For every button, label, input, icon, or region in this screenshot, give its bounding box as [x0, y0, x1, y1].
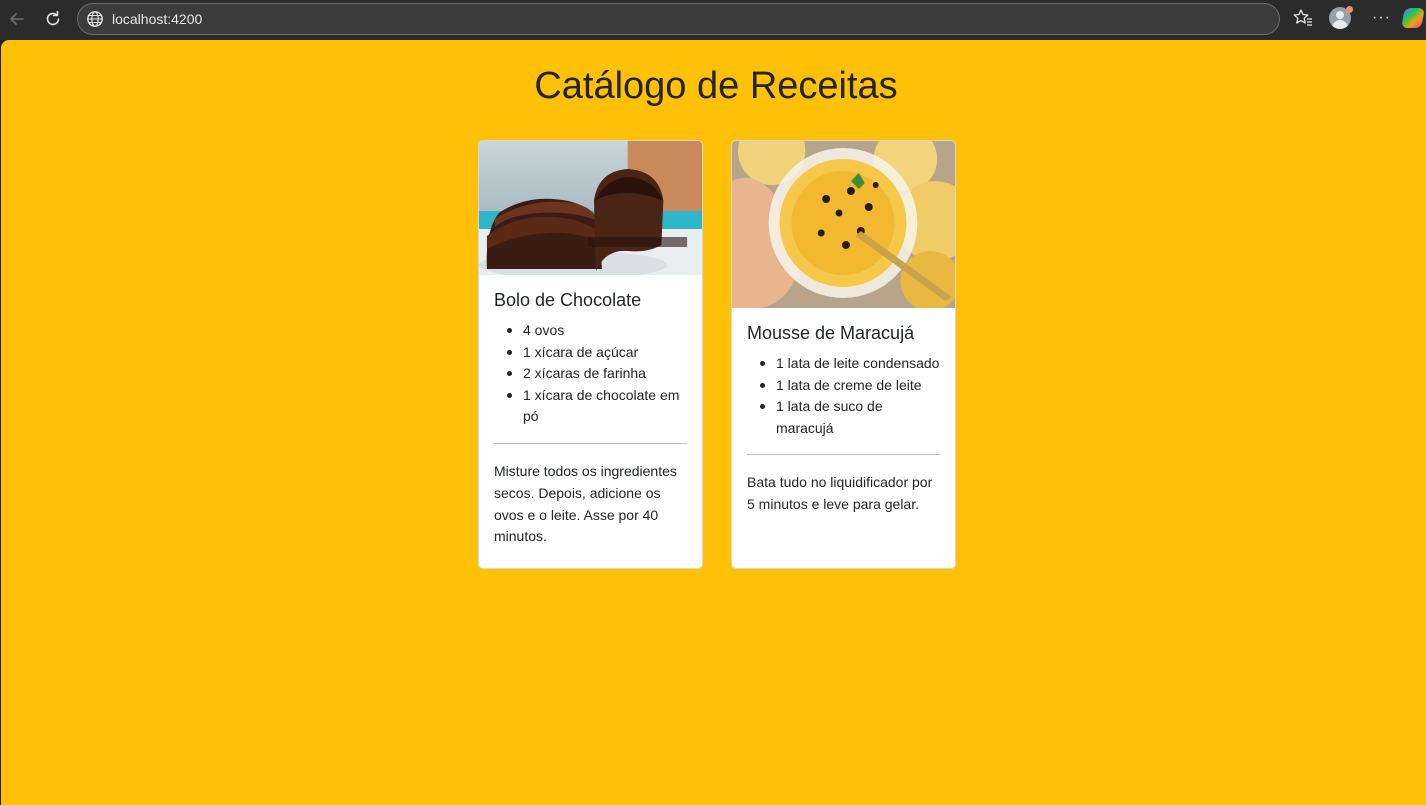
recipe-title: Bolo de Chocolate [494, 290, 642, 310]
recipe-title: Mousse de Maracujá [747, 323, 915, 343]
back-arrow-icon[interactable] [4, 6, 30, 32]
ingredient-item: 2 xícaras de farinha [507, 363, 687, 385]
ingredient-item: 1 xícara de açúcar [507, 342, 687, 364]
divider [747, 454, 940, 456]
browser-toolbar: localhost:4200 ··· [0, 0, 1426, 40]
card-body: Mousse de Maracujá 1 lata de leite conde… [732, 308, 955, 516]
toolbar-actions: ··· [1286, 0, 1426, 40]
ingredient-item: 1 xícara de chocolate em pó [507, 385, 687, 428]
recipe-card-passion-fruit-mousse: Mousse de Maracujá 1 lata de leite conde… [731, 140, 956, 569]
recipe-card-chocolate-cake: Bolo de Chocolate 4 ovos 1 xícara de açú… [478, 140, 703, 569]
notification-dot [1346, 6, 1353, 13]
ingredient-list: 1 lata de leite condensado 1 lata de cre… [747, 353, 940, 439]
page-title: Catálogo de Receitas [534, 65, 898, 107]
passion-fruit-mousse-photo [732, 141, 955, 308]
ingredient-item: 1 lata de creme de leite [760, 375, 940, 397]
page-viewport: Catálogo de Receitas Bolo de Chocolate 4… [1, 40, 1426, 805]
favorites-star-icon[interactable] [1292, 7, 1314, 29]
ingredient-item: 1 lata de leite condensado [760, 353, 940, 375]
chocolate-cake-photo [479, 141, 702, 275]
reload-icon[interactable] [40, 6, 66, 32]
card-body: Bolo de Chocolate 4 ovos 1 xícara de açú… [479, 275, 702, 548]
ingredient-list: 4 ovos 1 xícara de açúcar 2 xícaras de f… [494, 320, 687, 428]
more-options-icon[interactable]: ··· [1372, 10, 1391, 26]
copilot-icon[interactable] [1401, 8, 1425, 28]
ingredient-item: 1 lata de suco de maracujá [760, 396, 940, 439]
address-bar[interactable]: localhost:4200 [77, 3, 1280, 35]
ingredient-item: 4 ovos [507, 320, 687, 342]
globe-icon [87, 11, 103, 27]
url-text: localhost:4200 [112, 11, 203, 27]
recipe-instructions: Misture todos os ingredientes secos. Dep… [494, 462, 677, 545]
divider [494, 442, 687, 444]
recipe-instructions: Bata tudo no liquidificador por 5 minuto… [747, 474, 933, 513]
